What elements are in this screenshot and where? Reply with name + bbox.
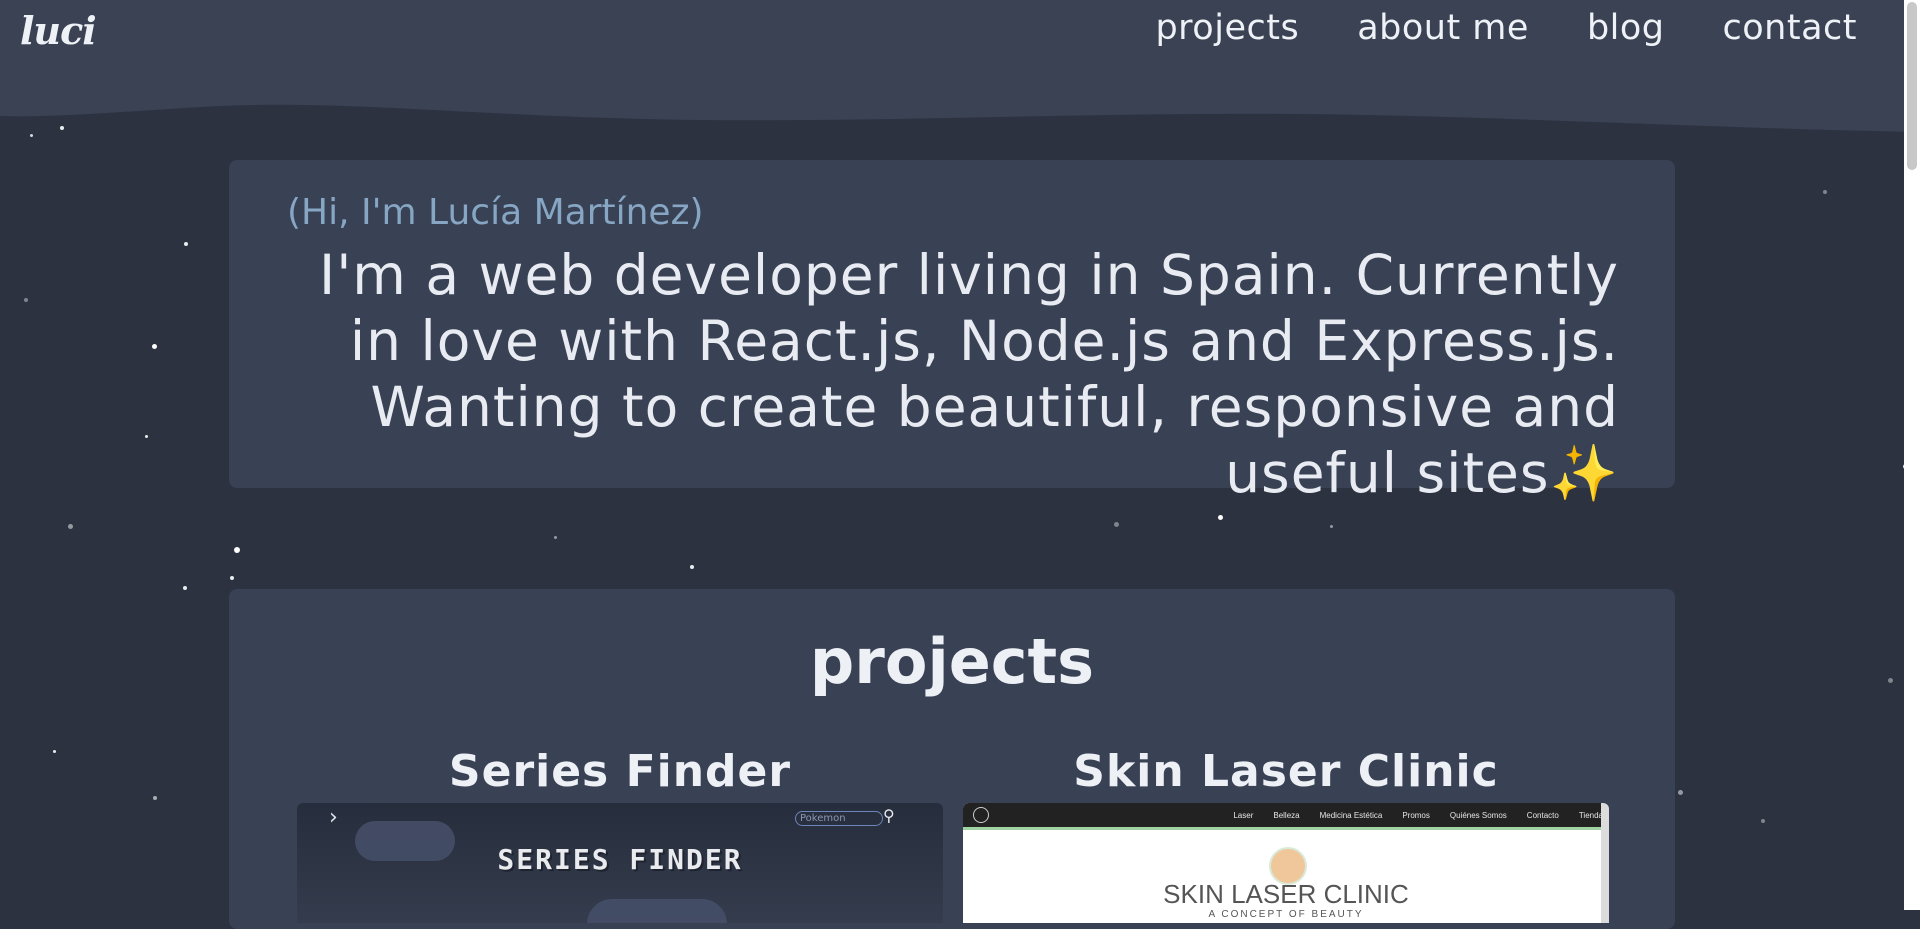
cloud-decoration bbox=[587, 899, 727, 923]
preview-nav-item: Medicina Estética bbox=[1319, 810, 1383, 820]
site-header: luci projects about me blog contact bbox=[0, 0, 1920, 140]
nav-link-about-me[interactable]: about me bbox=[1357, 2, 1529, 54]
nav-link-contact[interactable]: contact bbox=[1723, 2, 1857, 54]
star bbox=[230, 576, 234, 580]
preview-nav-bar: Laser Belleza Medicina Estética Promos Q… bbox=[963, 803, 1609, 827]
preview-nav-item: Laser bbox=[1233, 810, 1254, 820]
preview-nav-item: Tienda bbox=[1578, 810, 1603, 820]
star bbox=[1330, 525, 1333, 528]
project-preview-series-finder[interactable]: › Pokemon ⚲ SERIES FINDER bbox=[297, 803, 943, 923]
preview-nav-item: Belleza bbox=[1273, 810, 1300, 820]
series-finder-logo: SERIES FINDER bbox=[497, 843, 743, 876]
projects-heading: projects bbox=[809, 625, 1095, 698]
page-scrollbar[interactable] bbox=[1904, 0, 1920, 910]
star bbox=[53, 750, 56, 753]
nav-link-blog[interactable]: blog bbox=[1587, 2, 1665, 54]
intro-panel: (Hi, I'm Lucía Martínez) I'm a web devel… bbox=[229, 160, 1675, 505]
star bbox=[184, 242, 188, 246]
star bbox=[690, 565, 694, 569]
greeting-text: (Hi, I'm Lucía Martínez) bbox=[287, 192, 704, 233]
star bbox=[554, 536, 557, 539]
preview-nav-item: Quiénes Somos bbox=[1449, 810, 1507, 820]
star bbox=[1678, 790, 1683, 795]
project-preview-skin-laser-clinic[interactable]: Laser Belleza Medicina Estética Promos Q… bbox=[963, 803, 1609, 923]
project-title-series-finder[interactable]: Series Finder bbox=[297, 746, 943, 797]
project-title-skin-laser-clinic[interactable]: Skin Laser Clinic bbox=[963, 746, 1609, 797]
star bbox=[1761, 819, 1765, 823]
chevron-right-icon[interactable]: › bbox=[329, 805, 338, 830]
preview-search-input: Pokemon bbox=[795, 811, 883, 826]
preview-scrollbar bbox=[1601, 803, 1609, 923]
star bbox=[183, 586, 187, 590]
star bbox=[1888, 678, 1893, 683]
star bbox=[1218, 515, 1223, 520]
star bbox=[1114, 522, 1119, 527]
preview-logo-icon bbox=[973, 807, 989, 823]
star bbox=[145, 435, 148, 438]
star bbox=[152, 344, 157, 349]
main-nav: projects about me blog contact bbox=[1155, 2, 1857, 54]
star bbox=[153, 796, 157, 800]
nav-link-projects[interactable]: projects bbox=[1155, 2, 1299, 54]
preview-accent-line bbox=[963, 827, 1609, 830]
intro-text: I'm a web developer living in Spain. Cur… bbox=[318, 243, 1619, 505]
clinic-tagline: A CONCEPT OF BEAUTY bbox=[1208, 909, 1364, 920]
star bbox=[234, 547, 240, 553]
magnifier-icon: ⚲ bbox=[883, 806, 895, 825]
preview-nav-item: Promos bbox=[1402, 810, 1430, 820]
projects-section: projects Series Finder › Pokemon ⚲ SERIE… bbox=[229, 589, 1675, 929]
star bbox=[1823, 190, 1827, 194]
star bbox=[68, 524, 73, 529]
clinic-brand-name: SKIN LASER CLINIC bbox=[1163, 879, 1409, 909]
preview-nav-item: Contacto bbox=[1526, 810, 1559, 820]
star bbox=[24, 298, 28, 302]
scrollbar-thumb[interactable] bbox=[1907, 2, 1917, 170]
site-logo[interactable]: luci bbox=[20, 8, 97, 53]
